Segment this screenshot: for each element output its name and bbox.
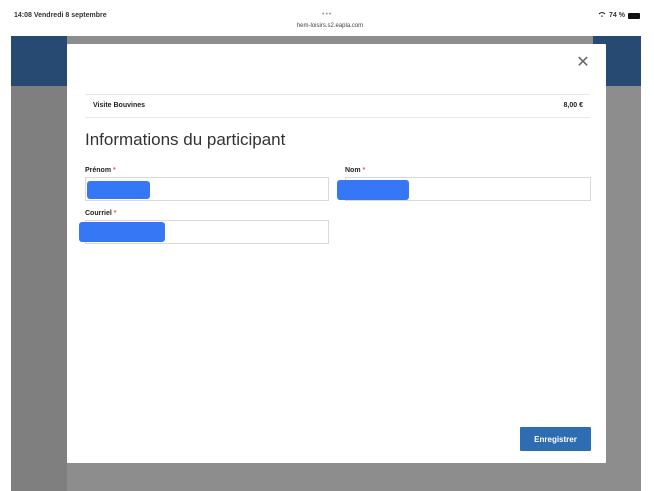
email-label: Courriel * bbox=[85, 210, 117, 217]
item-price: 8,00 € bbox=[563, 102, 583, 109]
battery-percent: 74 % bbox=[609, 12, 625, 19]
first-name-required-mark: * bbox=[113, 167, 116, 174]
email-required-mark: * bbox=[113, 210, 117, 217]
last-name-label: Nom * bbox=[345, 167, 365, 174]
url-label[interactable]: hem-loisirs.s2.eapla.com bbox=[280, 23, 380, 29]
close-icon[interactable]: ✕ bbox=[574, 54, 592, 72]
wifi-icon bbox=[598, 11, 606, 20]
email-label-text: Courriel bbox=[85, 210, 112, 217]
last-name-required-mark: * bbox=[362, 167, 366, 174]
browser-dots-icon[interactable]: ••• bbox=[322, 11, 332, 18]
save-button[interactable]: Enregistrer bbox=[520, 427, 591, 451]
last-name-label-text: Nom bbox=[345, 167, 361, 174]
redacted-first-name bbox=[87, 181, 150, 199]
modal-title: Informations du participant bbox=[85, 130, 286, 149]
status-bar: 14:08 Vendredi 8 septembre ••• hem-loisi… bbox=[0, 0, 654, 36]
screen-frame: 14:08 Vendredi 8 septembre ••• hem-loisi… bbox=[0, 0, 654, 491]
order-summary-row: Visite Bouvines 8,00 € bbox=[85, 94, 590, 118]
participant-modal: ✕ Visite Bouvines 8,00 € Informations du… bbox=[67, 44, 606, 463]
item-name: Visite Bouvines bbox=[93, 102, 146, 109]
battery-icon bbox=[628, 12, 640, 19]
redacted-last-name bbox=[337, 180, 409, 200]
redacted-email bbox=[79, 222, 165, 242]
first-name-label-text: Prénom bbox=[85, 167, 112, 174]
status-time: 14:08 Vendredi 8 septembre bbox=[14, 12, 107, 19]
status-right: 74 % bbox=[598, 11, 640, 20]
background-header-left bbox=[11, 36, 67, 86]
first-name-label: Prénom * bbox=[85, 167, 116, 174]
background-left-band bbox=[11, 86, 67, 491]
